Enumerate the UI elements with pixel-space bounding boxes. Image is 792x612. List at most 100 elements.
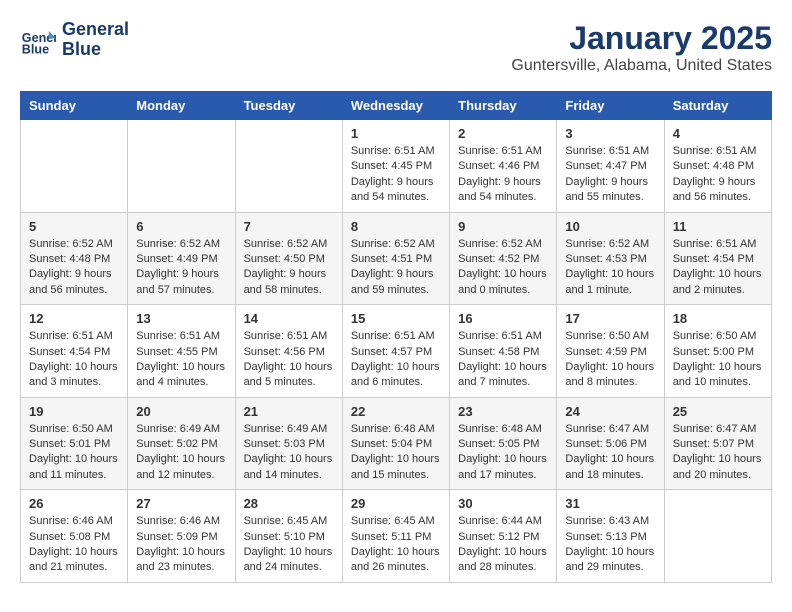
day-number: 11 <box>673 219 763 234</box>
calendar-cell: 14 Sunrise: 6:51 AM Sunset: 4:56 PM Dayli… <box>235 305 342 398</box>
day-content: Sunrise: 6:48 AM Sunset: 5:05 PM Dayligh… <box>458 422 548 484</box>
logo: General Blue GeneralBlue <box>20 20 129 60</box>
logo-icon: General Blue <box>20 22 56 58</box>
day-content: Sunrise: 6:49 AM Sunset: 5:03 PM Dayligh… <box>244 422 334 484</box>
calendar-cell: 18 Sunrise: 6:50 AM Sunset: 5:00 PM Dayli… <box>664 305 771 398</box>
day-number: 5 <box>29 219 119 234</box>
day-content: Sunrise: 6:52 AM Sunset: 4:48 PM Dayligh… <box>29 237 119 299</box>
day-content: Sunrise: 6:45 AM Sunset: 5:11 PM Dayligh… <box>351 514 441 576</box>
day-content: Sunrise: 6:45 AM Sunset: 5:10 PM Dayligh… <box>244 514 334 576</box>
calendar-cell: 20Sunrise: 6:49 AM Sunset: 5:02 PM Dayli… <box>128 397 235 490</box>
calendar-header-row: SundayMondayTuesdayWednesdayThursdayFrid… <box>21 92 772 120</box>
day-content: Sunrise: 6:51 AM Sunset: 4:54 PM Dayligh… <box>29 329 119 391</box>
day-content: Sunrise: 6:51 AM Sunset: 4:58 PM Dayligh… <box>458 329 548 391</box>
day-content: Sunrise: 6:46 AM Sunset: 5:08 PM Dayligh… <box>29 514 119 576</box>
calendar-week-row: 12Sunrise: 6:51 AM Sunset: 4:54 PM Dayli… <box>21 305 772 398</box>
calendar-cell: 15Sunrise: 6:51 AM Sunset: 4:57 PM Dayli… <box>342 305 449 398</box>
calendar-cell: 24 Sunrise: 6:47 AM Sunset: 5:06 PM Dayli… <box>557 397 664 490</box>
day-number: 28 <box>244 496 334 511</box>
day-content: Sunrise: 6:51 AM Sunset: 4:56 PM Dayligh… <box>244 329 334 391</box>
day-number: 8 <box>351 219 441 234</box>
day-number: 31 <box>565 496 655 511</box>
day-content: Sunrise: 6:51 AM Sunset: 4:48 PM Dayligh… <box>673 144 763 206</box>
day-content: Sunrise: 6:46 AM Sunset: 5:09 PM Dayligh… <box>136 514 226 576</box>
calendar-cell: 12Sunrise: 6:51 AM Sunset: 4:54 PM Dayli… <box>21 305 128 398</box>
page-header: General Blue GeneralBlue January 2025 Gu… <box>20 20 772 75</box>
logo-text: GeneralBlue <box>62 20 129 60</box>
calendar-table: SundayMondayTuesdayWednesdayThursdayFrid… <box>20 91 772 583</box>
day-number: 14 <box>244 311 334 326</box>
day-number: 19 <box>29 404 119 419</box>
calendar-cell: 5 Sunrise: 6:52 AM Sunset: 4:48 PM Daylig… <box>21 212 128 305</box>
day-number: 26 <box>29 496 119 511</box>
calendar-cell: 21Sunrise: 6:49 AM Sunset: 5:03 PM Dayli… <box>235 397 342 490</box>
calendar-cell: 22 Sunrise: 6:48 AM Sunset: 5:04 PM Dayli… <box>342 397 449 490</box>
day-content: Sunrise: 6:43 AM Sunset: 5:13 PM Dayligh… <box>565 514 655 576</box>
calendar-cell: 6 Sunrise: 6:52 AM Sunset: 4:49 PM Daylig… <box>128 212 235 305</box>
calendar-day-header: Wednesday <box>342 92 449 120</box>
day-number: 22 <box>351 404 441 419</box>
calendar-cell: 13Sunrise: 6:51 AM Sunset: 4:55 PM Dayli… <box>128 305 235 398</box>
calendar-cell <box>664 490 771 583</box>
calendar-week-row: 19 Sunrise: 6:50 AM Sunset: 5:01 PM Dayli… <box>21 397 772 490</box>
day-number: 2 <box>458 126 548 141</box>
calendar-cell: 2 Sunrise: 6:51 AM Sunset: 4:46 PM Daylig… <box>450 120 557 213</box>
calendar-cell: 10 Sunrise: 6:52 AM Sunset: 4:53 PM Dayli… <box>557 212 664 305</box>
calendar-cell: 17Sunrise: 6:50 AM Sunset: 4:59 PM Dayli… <box>557 305 664 398</box>
day-content: Sunrise: 6:51 AM Sunset: 4:54 PM Dayligh… <box>673 237 763 299</box>
calendar-day-header: Tuesday <box>235 92 342 120</box>
day-content: Sunrise: 6:47 AM Sunset: 5:06 PM Dayligh… <box>565 422 655 484</box>
day-number: 6 <box>136 219 226 234</box>
calendar-week-row: 1Sunrise: 6:51 AM Sunset: 4:45 PM Daylig… <box>21 120 772 213</box>
day-content: Sunrise: 6:51 AM Sunset: 4:55 PM Dayligh… <box>136 329 226 391</box>
day-content: Sunrise: 6:52 AM Sunset: 4:49 PM Dayligh… <box>136 237 226 299</box>
day-number: 7 <box>244 219 334 234</box>
calendar-day-header: Monday <box>128 92 235 120</box>
day-number: 18 <box>673 311 763 326</box>
day-content: Sunrise: 6:48 AM Sunset: 5:04 PM Dayligh… <box>351 422 441 484</box>
calendar-cell: 23 Sunrise: 6:48 AM Sunset: 5:05 PM Dayli… <box>450 397 557 490</box>
calendar-cell <box>21 120 128 213</box>
svg-text:Blue: Blue <box>22 42 49 56</box>
day-content: Sunrise: 6:47 AM Sunset: 5:07 PM Dayligh… <box>673 422 763 484</box>
calendar-cell <box>235 120 342 213</box>
calendar-cell: 31 Sunrise: 6:43 AM Sunset: 5:13 PM Dayli… <box>557 490 664 583</box>
day-number: 1 <box>351 126 441 141</box>
day-number: 9 <box>458 219 548 234</box>
day-content: Sunrise: 6:51 AM Sunset: 4:47 PM Dayligh… <box>565 144 655 206</box>
calendar-cell: 26 Sunrise: 6:46 AM Sunset: 5:08 PM Dayli… <box>21 490 128 583</box>
day-number: 17 <box>565 311 655 326</box>
calendar-cell: 30Sunrise: 6:44 AM Sunset: 5:12 PM Dayli… <box>450 490 557 583</box>
calendar-cell: 4 Sunrise: 6:51 AM Sunset: 4:48 PM Daylig… <box>664 120 771 213</box>
day-number: 16 <box>458 311 548 326</box>
day-content: Sunrise: 6:50 AM Sunset: 5:00 PM Dayligh… <box>673 329 763 391</box>
calendar-cell: 28 Sunrise: 6:45 AM Sunset: 5:10 PM Dayli… <box>235 490 342 583</box>
calendar-cell: 29Sunrise: 6:45 AM Sunset: 5:11 PM Dayli… <box>342 490 449 583</box>
day-content: Sunrise: 6:51 AM Sunset: 4:46 PM Dayligh… <box>458 144 548 206</box>
calendar-cell: 27 Sunrise: 6:46 AM Sunset: 5:09 PM Dayli… <box>128 490 235 583</box>
calendar-day-header: Friday <box>557 92 664 120</box>
calendar-cell: 11 Sunrise: 6:51 AM Sunset: 4:54 PM Dayli… <box>664 212 771 305</box>
day-number: 25 <box>673 404 763 419</box>
day-content: Sunrise: 6:52 AM Sunset: 4:50 PM Dayligh… <box>244 237 334 299</box>
day-number: 23 <box>458 404 548 419</box>
day-number: 3 <box>565 126 655 141</box>
calendar-cell: 9 Sunrise: 6:52 AM Sunset: 4:52 PM Daylig… <box>450 212 557 305</box>
calendar-cell <box>128 120 235 213</box>
day-number: 20 <box>136 404 226 419</box>
day-content: Sunrise: 6:50 AM Sunset: 5:01 PM Dayligh… <box>29 422 119 484</box>
day-content: Sunrise: 6:52 AM Sunset: 4:53 PM Dayligh… <box>565 237 655 299</box>
day-number: 27 <box>136 496 226 511</box>
calendar-cell: 1Sunrise: 6:51 AM Sunset: 4:45 PM Daylig… <box>342 120 449 213</box>
calendar-cell: 7 Sunrise: 6:52 AM Sunset: 4:50 PM Daylig… <box>235 212 342 305</box>
day-content: Sunrise: 6:52 AM Sunset: 4:52 PM Dayligh… <box>458 237 548 299</box>
day-content: Sunrise: 6:52 AM Sunset: 4:51 PM Dayligh… <box>351 237 441 299</box>
day-number: 4 <box>673 126 763 141</box>
day-number: 10 <box>565 219 655 234</box>
calendar-day-header: Thursday <box>450 92 557 120</box>
calendar-cell: 8 Sunrise: 6:52 AM Sunset: 4:51 PM Daylig… <box>342 212 449 305</box>
day-number: 30 <box>458 496 548 511</box>
day-content: Sunrise: 6:51 AM Sunset: 4:57 PM Dayligh… <box>351 329 441 391</box>
day-number: 24 <box>565 404 655 419</box>
calendar-day-header: Saturday <box>664 92 771 120</box>
